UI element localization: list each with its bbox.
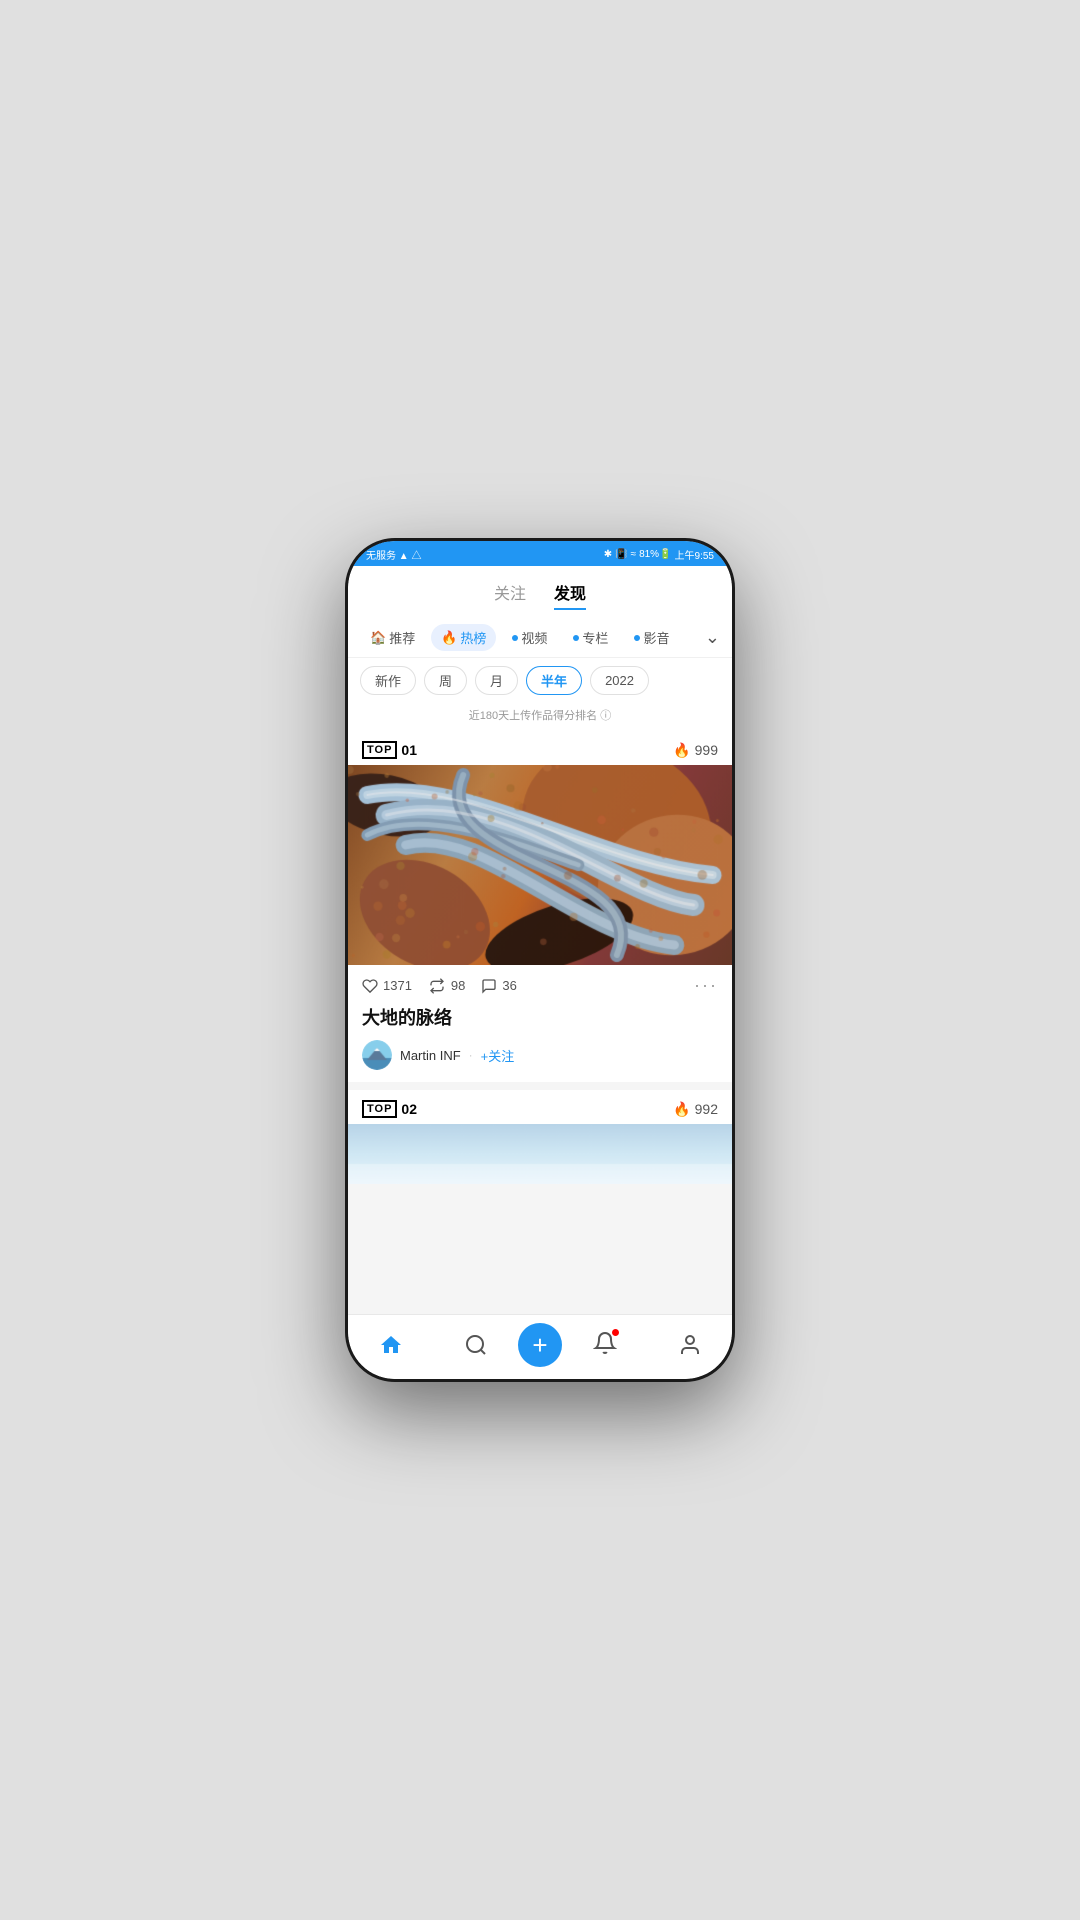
status-left: 无服务 ▲ △ [366, 547, 421, 562]
author-avatar-1[interactable] [362, 1040, 392, 1070]
comment-icon [481, 978, 497, 994]
bluetooth-icon: ✱ [604, 549, 612, 560]
score-flame-1: 🔥 [673, 742, 690, 759]
top-badge-1: TOP [362, 741, 397, 759]
cat-hot[interactable]: 🔥 热榜 [431, 624, 496, 651]
shares-count: 98 [451, 978, 465, 993]
bottom-nav: + [348, 1314, 732, 1379]
nav-search[interactable] [433, 1333, 518, 1357]
post-card-2: TOP 02 🔥 992 [348, 1090, 732, 1184]
expand-icon[interactable]: ⌄ [705, 627, 720, 648]
likes-count: 1371 [383, 978, 412, 993]
likes-stat[interactable]: 1371 [362, 978, 412, 994]
filter-month[interactable]: 月 [475, 666, 518, 695]
share-icon [428, 978, 446, 994]
cat-column-label: 专栏 [582, 628, 608, 647]
post-photo-1[interactable] [348, 765, 732, 965]
notification-dot [612, 1329, 619, 1336]
score-value-2: 992 [695, 1101, 718, 1117]
tab-follow[interactable]: 关注 [494, 576, 526, 610]
avatar-canvas [362, 1040, 392, 1070]
status-bar: 无服务 ▲ △ ✱ 📳 ≈ 81%🔋 上午9:55 [348, 541, 732, 566]
filter-halfyear[interactable]: 半年 [526, 666, 582, 695]
nav-add-button[interactable]: + [518, 1323, 562, 1367]
category-bar: 🏠 推荐 🔥 热榜 视频 专栏 影音 [348, 618, 732, 658]
header-tabs: 关注 发现 [348, 576, 732, 610]
filter-2022[interactable]: 2022 [590, 666, 649, 695]
notification-wrapper [593, 1331, 617, 1360]
author-name-1[interactable]: Martin INF [400, 1048, 461, 1063]
nav-notification[interactable] [562, 1331, 647, 1360]
top-badge-2: TOP [362, 1100, 397, 1118]
rank-row-2: TOP 02 🔥 992 [348, 1090, 732, 1124]
rank-label-1: TOP 01 [362, 741, 417, 759]
recommend-icon: 🏠 [370, 630, 386, 646]
photo-canvas-1 [348, 765, 732, 965]
filter-week[interactable]: 周 [424, 666, 467, 695]
cat-media-label: 影音 [643, 628, 669, 647]
rank-score-2: 🔥 992 [673, 1101, 718, 1118]
search-icon [464, 1333, 488, 1357]
header: 关注 发现 🏠 推荐 🔥 热榜 视频 专栏 [348, 566, 732, 731]
cat-hot-label: 热榜 [460, 628, 486, 647]
time-filter: 新作 周 月 半年 2022 [348, 658, 732, 703]
ranking-subtitle: 近180天上传作品得分排名 ⓘ [348, 703, 732, 731]
time: 上午9:55 [675, 547, 714, 562]
post-title-1: 大地的脉络 [348, 1004, 732, 1040]
cat-video-label: 视频 [521, 628, 547, 647]
nav-home[interactable] [348, 1333, 433, 1357]
score-flame-2: 🔥 [673, 1101, 690, 1118]
cat-video[interactable]: 视频 [502, 624, 557, 651]
battery-icon: 81%🔋 [639, 549, 671, 560]
rank-number-2: 02 [401, 1101, 417, 1117]
more-options[interactable]: ··· [694, 975, 718, 996]
column-dot [573, 635, 579, 641]
top2-photo-preview[interactable] [348, 1124, 732, 1184]
cat-column[interactable]: 专栏 [563, 624, 618, 651]
score-value-1: 999 [695, 742, 718, 758]
status-right: ✱ 📳 ≈ 81%🔋 上午9:55 [604, 547, 714, 562]
stats-row-1: 1371 98 [348, 965, 732, 1004]
phone-screen: 无服务 ▲ △ ✱ 📳 ≈ 81%🔋 上午9:55 关注 发现 🏠 推荐 [348, 541, 732, 1379]
phone-frame: 无服务 ▲ △ ✱ 📳 ≈ 81%🔋 上午9:55 关注 发现 🏠 推荐 [345, 538, 735, 1382]
vibrate-icon: 📳 [615, 549, 627, 560]
filter-new[interactable]: 新作 [360, 666, 416, 695]
cat-recommend[interactable]: 🏠 推荐 [360, 624, 425, 651]
comments-count: 36 [502, 978, 516, 993]
author-row-1: Martin INF · +关注 [348, 1040, 732, 1082]
profile-icon [678, 1333, 702, 1357]
post-card-1: TOP 01 🔥 999 [348, 731, 732, 1082]
content-area[interactable]: TOP 01 🔥 999 [348, 731, 732, 1314]
comments-stat[interactable]: 36 [481, 978, 516, 994]
heart-icon [362, 978, 378, 994]
rank-score-1: 🔥 999 [673, 742, 718, 759]
shares-stat[interactable]: 98 [428, 978, 465, 994]
media-dot [634, 635, 640, 641]
dot-separator: · [469, 1048, 473, 1062]
wifi-icon: ≈ [631, 549, 637, 560]
rank-row-1: TOP 01 🔥 999 [348, 731, 732, 765]
nav-profile[interactable] [647, 1333, 732, 1357]
cat-recommend-label: 推荐 [389, 628, 415, 647]
rank-label-2: TOP 02 [362, 1100, 417, 1118]
flame-cat-icon: 🔥 [441, 630, 457, 646]
home-icon [379, 1333, 403, 1357]
tab-discover[interactable]: 发现 [554, 576, 586, 610]
video-dot [512, 635, 518, 641]
cat-media[interactable]: 影音 [624, 624, 679, 651]
rank-number-1: 01 [401, 742, 417, 758]
preview-canvas-2 [348, 1124, 732, 1184]
follow-button-1[interactable]: +关注 [481, 1046, 515, 1065]
